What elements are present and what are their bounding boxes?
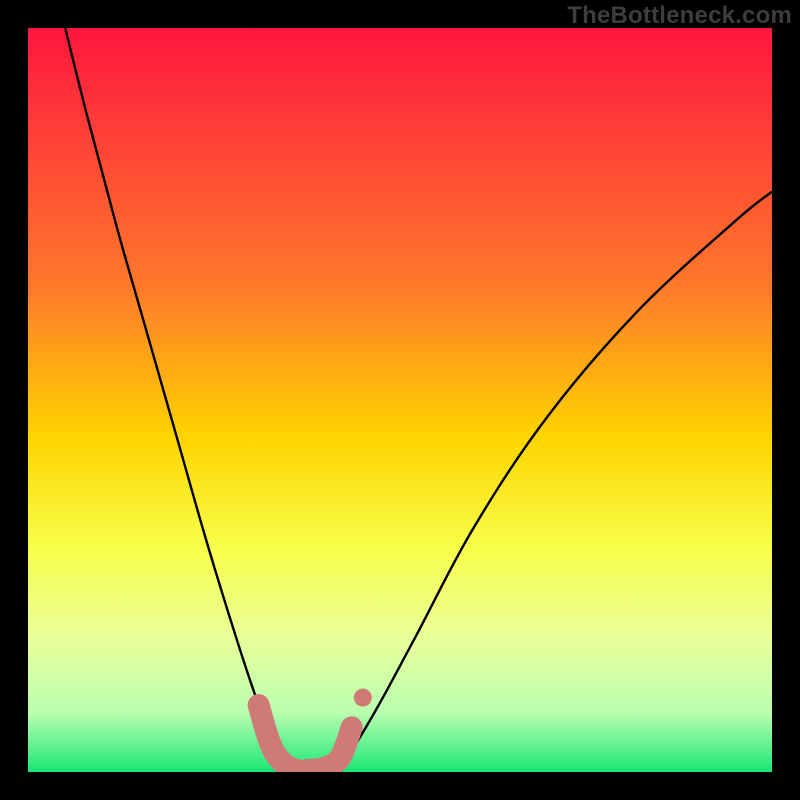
gradient-background — [28, 28, 772, 772]
watermark-text: TheBottleneck.com — [567, 2, 792, 30]
bottleneck-chart — [28, 28, 772, 772]
chart-frame: TheBottleneck.com — [0, 0, 800, 800]
optimal-range-endpoint — [354, 689, 372, 707]
plot-area — [28, 28, 772, 772]
